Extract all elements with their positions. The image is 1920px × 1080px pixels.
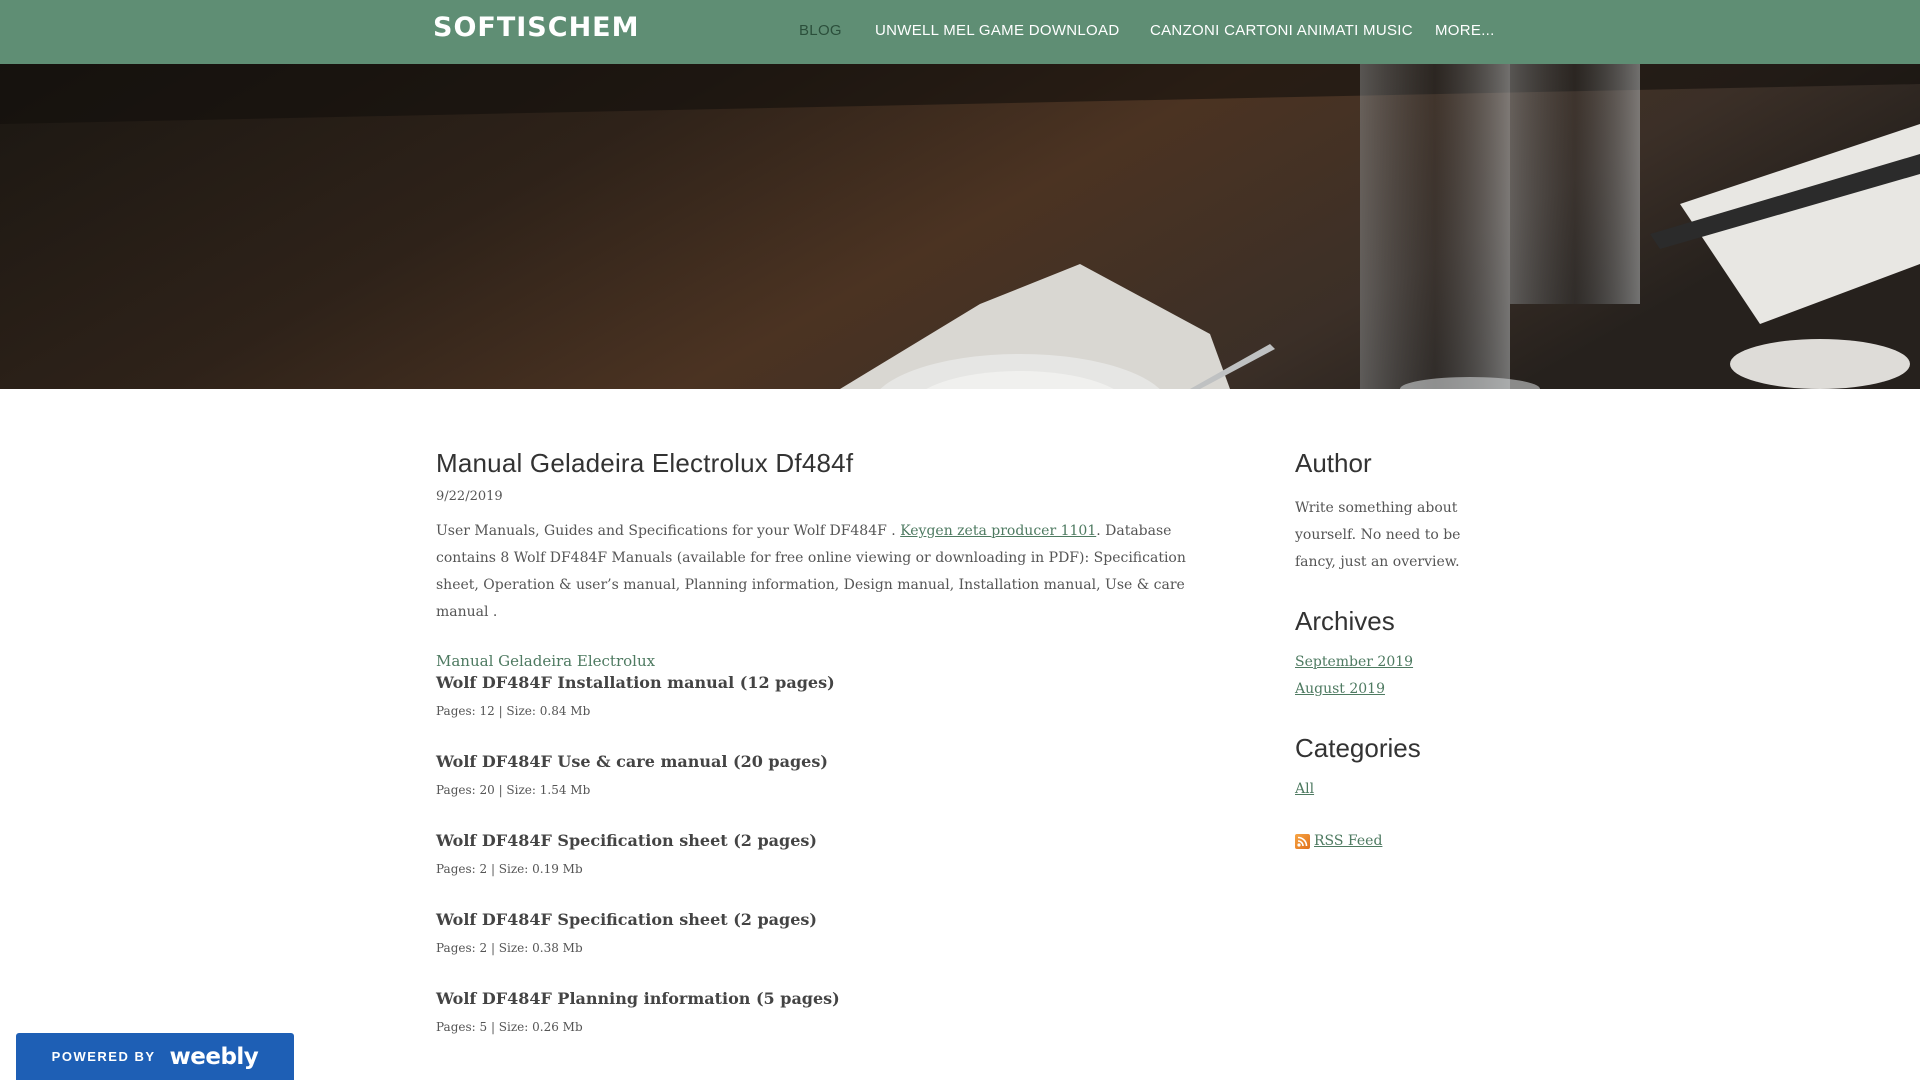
manual-title[interactable]: Wolf DF484F Specification sheet (2 pages… xyxy=(436,831,1226,850)
dining-table-photo xyxy=(0,64,1920,389)
manual-section-link[interactable]: Manual Geladeira Electrolux xyxy=(436,652,1226,670)
categories-list: All xyxy=(1295,776,1465,803)
archive-link-september-2019[interactable]: September 2019 xyxy=(1295,654,1413,670)
sidebar: Author Write something about yourself. N… xyxy=(1295,448,1465,849)
manual-item: Wolf DF484F Planning information (5 page… xyxy=(436,989,1226,1034)
blog-post: Manual Geladeira Electrolux Df484f 9/22/… xyxy=(436,448,1226,1068)
manual-item: Wolf DF484F Specification sheet (2 pages… xyxy=(436,910,1226,955)
nav-item-more[interactable]: MORE... xyxy=(1435,22,1495,39)
archive-link-august-2019[interactable]: August 2019 xyxy=(1295,681,1385,697)
post-intro: User Manuals, Guides and Specifications … xyxy=(436,518,1226,626)
manual-title[interactable]: Wolf DF484F Use & care manual (20 pages) xyxy=(436,752,1226,771)
manual-title[interactable]: Wolf DF484F Specification sheet (2 pages… xyxy=(436,910,1226,929)
rss-icon[interactable] xyxy=(1295,833,1310,849)
main-nav: BLOG UNWELL MEL GAME DOWNLOAD CANZONI CA… xyxy=(0,22,1920,46)
manual-item: Wolf DF484F Use & care manual (20 pages)… xyxy=(436,752,1226,797)
manual-meta: Pages: 12 | Size: 0.84 Mb xyxy=(436,704,591,718)
powered-by-label: POWERED BY xyxy=(51,1049,156,1064)
weebly-logo: weebly xyxy=(169,1043,259,1070)
manual-item: Wolf DF484F Specification sheet (2 pages… xyxy=(436,831,1226,876)
manual-meta: Pages: 5 | Size: 0.26 Mb xyxy=(436,1020,583,1034)
nav-item-canzoni[interactable]: CANZONI CARTONI ANIMATI MUSIC xyxy=(1150,22,1413,39)
categories-heading: Categories xyxy=(1295,733,1421,763)
post-date: 9/22/2019 xyxy=(436,489,503,504)
nav-item-unwell-mel[interactable]: UNWELL MEL GAME DOWNLOAD xyxy=(875,22,1119,39)
manual-title[interactable]: Wolf DF484F Installation manual (12 page… xyxy=(436,673,1226,692)
manual-title[interactable]: Wolf DF484F Planning information (5 page… xyxy=(436,989,1226,1008)
manual-meta: Pages: 2 | Size: 0.38 Mb xyxy=(436,941,583,955)
intro-text-before: User Manuals, Guides and Specifications … xyxy=(436,523,901,539)
manual-meta: Pages: 2 | Size: 0.19 Mb xyxy=(436,862,583,876)
archives-section: Archives September 2019 August 2019 xyxy=(1295,606,1465,703)
manual-item: Wolf DF484F Installation manual (12 page… xyxy=(436,673,1226,718)
header-banner-image xyxy=(0,64,1920,389)
categories-section: Categories All xyxy=(1295,733,1465,803)
rss-feed-link[interactable]: RSS Feed xyxy=(1314,833,1382,849)
archives-heading: Archives xyxy=(1295,606,1395,636)
category-link-all[interactable]: All xyxy=(1295,781,1314,797)
keygen-link[interactable]: Keygen zeta producer 1101 xyxy=(900,523,1096,539)
nav-item-blog[interactable]: BLOG xyxy=(799,22,842,39)
archives-list: September 2019 August 2019 xyxy=(1295,649,1465,703)
rss-feed[interactable]: RSS Feed xyxy=(1295,833,1465,849)
powered-by-weebly-badge[interactable]: POWERED BY weebly xyxy=(16,1033,294,1080)
site-header: SOFTISCHEM BLOG UNWELL MEL GAME DOWNLOAD… xyxy=(0,0,1920,64)
author-text: Write something about yourself. No need … xyxy=(1295,500,1461,570)
manual-meta: Pages: 20 | Size: 1.54 Mb xyxy=(436,783,591,797)
post-title[interactable]: Manual Geladeira Electrolux Df484f xyxy=(436,448,1226,479)
author-section: Author Write something about yourself. N… xyxy=(1295,448,1465,576)
author-heading: Author xyxy=(1295,448,1372,478)
